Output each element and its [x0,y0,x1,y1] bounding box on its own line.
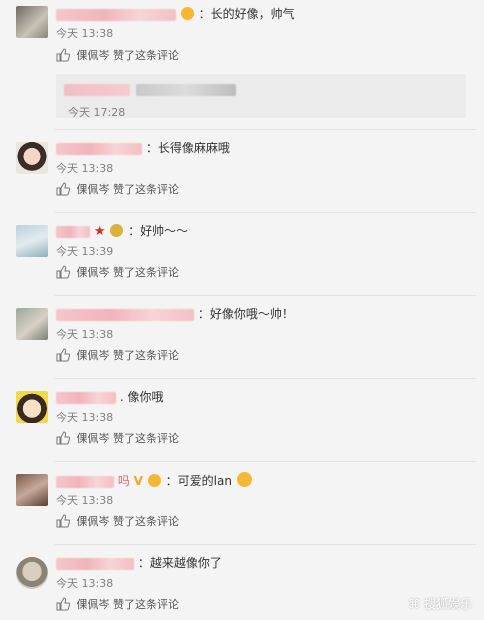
comment-time: 今天 13:38 [56,577,114,590]
comment-1: ：长的好像，帅气 今天 13:38 倮佩岑 赞了这条评论 今天 17:28 [0,0,484,130]
avatar[interactable] [16,6,48,38]
comment-text: ：好像你哦～帅！ [197,307,294,321]
like-text: 赞了这条评论 [113,349,179,362]
comment-6: 吗 V ：可爱的lan 今天 13:38 倮佩岑 赞了这条评论 [0,462,484,545]
like-text: 赞了这条评论 [113,183,179,196]
reply-content-blurred [64,84,130,96]
liker-name[interactable]: 倮佩岑 [77,598,110,611]
avatar[interactable] [16,474,48,506]
liker-name[interactable]: 倮佩岑 [77,515,110,528]
comment-time: 今天 13:38 [56,494,114,507]
like-row: 倮佩岑 赞了这条评论 [56,514,179,530]
thumb-up-icon[interactable] [56,48,70,62]
liker-name[interactable]: 倮佩岑 [77,266,110,279]
comment-name-suffix: 吗 [117,474,130,488]
thumb-up-icon[interactable] [56,597,70,611]
like-row: 倮佩岑 赞了这条评论 [56,431,179,447]
username-blurred[interactable] [56,142,142,155]
comment-text: ：可爱的lan [165,474,232,488]
comment-header: ★ ：好帅～～ [56,223,188,239]
comment-time: 今天 13:38 [56,27,114,40]
watermark-text: 搜狐娱乐 [423,597,472,611]
liker-name[interactable]: 倮佩岑 [77,49,110,62]
vip-badge-icon [110,224,124,237]
comment-text: ：长的好像，帅气 [198,7,295,21]
reply-time: 今天 17:28 [68,106,126,119]
avatar[interactable] [16,557,48,589]
comment-header: 吗 V ：可爱的lan [56,472,253,488]
comment-text: ：好帅～～ [128,224,189,238]
comment-header: ：好像你哦～帅！ [56,306,294,322]
v-badge-icon: V [133,474,143,488]
like-text: 赞了这条评论 [113,515,179,528]
reply-box: 今天 17:28 [56,74,466,119]
like-row: 倮佩岑 赞了这条评论 [56,265,179,281]
liker-name[interactable]: 倮佩岑 [77,432,110,445]
comment-text: . 像你哦 [119,390,164,404]
like-text: 赞了这条评论 [113,266,179,279]
comment-5: . 像你哦 今天 13:38 倮佩岑 赞了这条评论 [0,379,484,462]
star-badge-icon: ★ [93,224,106,239]
comment-text: ：长得像麻麻哦 [145,141,230,155]
watermark: ⌘ 搜狐娱乐 [408,595,472,612]
avatar[interactable] [16,308,48,340]
liker-name[interactable]: 倮佩岑 [77,349,110,362]
comment-time: 今天 13:38 [56,328,114,341]
username-blurred[interactable] [56,225,90,238]
thumb-up-icon[interactable] [56,431,70,445]
username-blurred[interactable] [56,308,194,321]
comment-header: ：长得像麻麻哦 [56,140,230,156]
like-text: 赞了这条评论 [113,432,179,445]
comment-header: ：长的好像，帅气 [56,6,295,22]
sohu-logo-icon: ⌘ [408,597,421,611]
comment-time: 今天 13:38 [56,411,114,424]
thumb-up-icon[interactable] [56,514,70,528]
reply-content-blurred [136,84,236,96]
comment-2: ：长得像麻麻哦 今天 13:38 倮佩岑 赞了这条评论 [0,130,484,213]
comment-header: ：越来越像你了 [56,555,222,571]
heart-eyes-emoji-icon [147,474,161,487]
comment-3: ★ ：好帅～～ 今天 13:39 倮佩岑 赞了这条评论 [0,213,484,296]
heart-eyes-emoji-icon [236,472,252,487]
avatar[interactable] [16,391,48,423]
comment-time: 今天 13:39 [56,245,114,258]
thumb-up-icon[interactable] [56,265,70,279]
like-row: 倮佩岑 赞了这条评论 [56,348,179,364]
thumb-up-icon[interactable] [56,182,70,196]
like-row: 倮佩岑 赞了这条评论 [56,48,179,64]
username-blurred[interactable] [56,557,134,570]
username-blurred[interactable] [56,8,176,21]
comment-4: ：好像你哦～帅！ 今天 13:38 倮佩岑 赞了这条评论 [0,296,484,379]
like-row: 倮佩岑 赞了这条评论 [56,597,179,613]
thumb-up-icon[interactable] [56,348,70,362]
liker-name[interactable]: 倮佩岑 [77,183,110,196]
username-blurred[interactable] [56,475,114,488]
avatar[interactable] [16,142,48,174]
avatar[interactable] [16,225,48,257]
comment-text: ：越来越像你了 [137,556,222,570]
like-row: 倮佩岑 赞了这条评论 [56,182,179,198]
comment-time: 今天 13:38 [56,162,114,175]
like-text: 赞了这条评论 [113,598,179,611]
like-text: 赞了这条评论 [113,49,179,62]
comment-header: . 像你哦 [56,389,163,405]
username-blurred[interactable] [56,391,116,404]
heart-eyes-emoji-icon [180,7,194,20]
